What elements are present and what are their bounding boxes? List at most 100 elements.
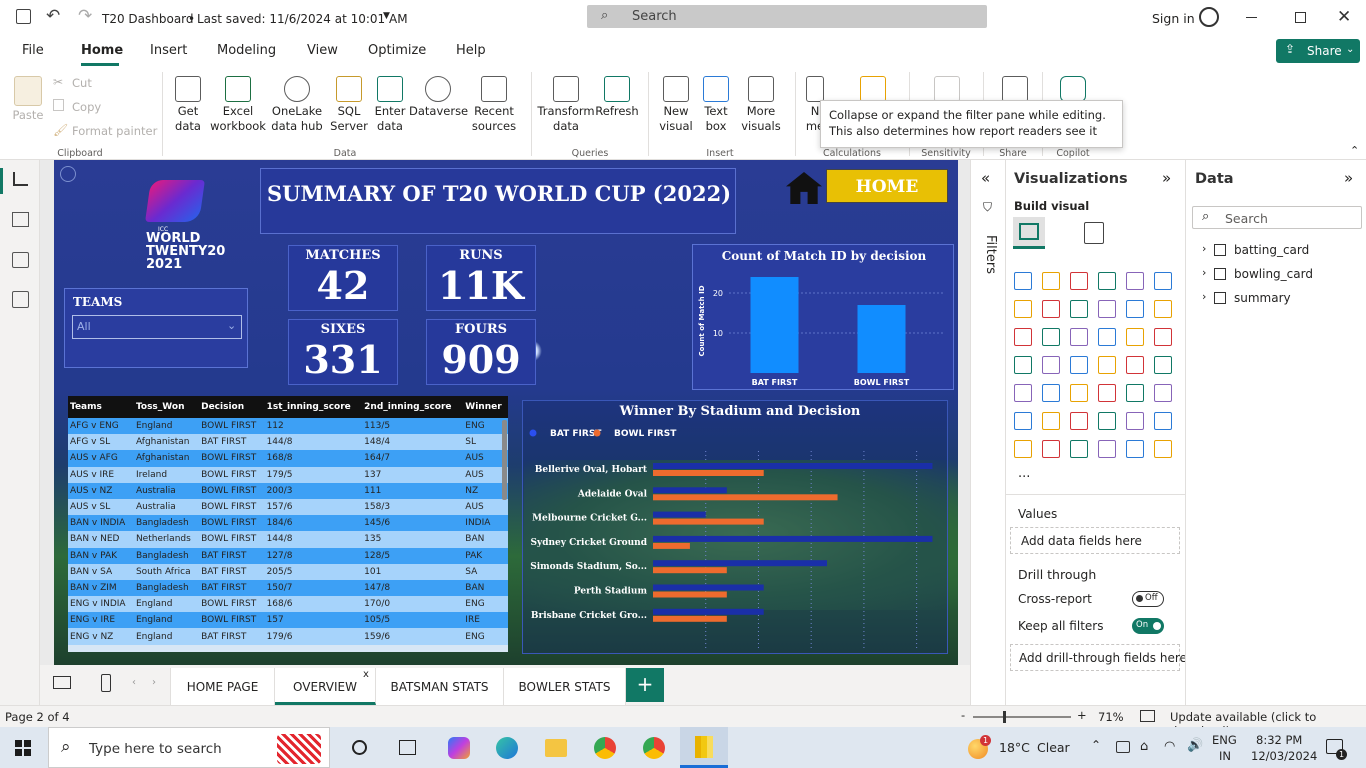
visual-type-icon[interactable] xyxy=(1098,356,1116,374)
column-header[interactable]: 2nd_inning_score xyxy=(362,396,464,418)
table-row[interactable]: AUS v AFG Afghanistan BOWL FIRST 168/8 164/7… xyxy=(68,450,508,467)
zoom-in-icon[interactable]: + xyxy=(1077,708,1087,722)
visual-type-icon[interactable] xyxy=(1098,440,1116,458)
home-button[interactable]: HOME xyxy=(826,169,948,203)
get-data-button[interactable]: Get data xyxy=(168,76,208,134)
collapse-filters-icon[interactable]: « xyxy=(981,169,990,187)
tab-view[interactable]: View xyxy=(307,43,338,58)
page-tab-batsman[interactable]: BATSMAN STATS xyxy=(376,668,504,705)
visual-type-icon[interactable] xyxy=(1098,300,1116,318)
table-row[interactable]: BAN v SA South Africa BAT FIRST 205/5 101 SA xyxy=(68,563,508,580)
visual-type-icon[interactable] xyxy=(1014,328,1032,346)
visual-type-icon[interactable] xyxy=(1070,384,1088,402)
transform-data-button[interactable]: Transform data xyxy=(537,76,595,134)
task-view-icon[interactable] xyxy=(352,740,367,755)
page-tab-overview[interactable]: OVERVIEW x xyxy=(275,668,376,705)
visual-type-icon[interactable] xyxy=(1070,328,1088,346)
visual-type-icon[interactable] xyxy=(1070,412,1088,430)
visual-type-icon[interactable] xyxy=(1098,384,1116,402)
column-header[interactable]: Decision xyxy=(199,396,265,418)
drill-through-well[interactable]: Add drill-through fields here xyxy=(1010,644,1187,671)
save-icon[interactable] xyxy=(16,9,31,24)
dataverse-button[interactable]: Dataverse xyxy=(409,76,468,119)
data-table-item[interactable]: › bowling_card xyxy=(1202,266,1362,284)
visual-type-icon[interactable] xyxy=(1042,440,1060,458)
text-box-button[interactable]: Text box xyxy=(699,76,733,134)
visual-type-icon[interactable] xyxy=(1070,272,1088,290)
decision-chart[interactable]: Count of Match ID by decision 10 20 Count o… xyxy=(692,244,954,390)
tab-insert[interactable]: Insert xyxy=(150,43,187,58)
visual-type-icon[interactable] xyxy=(1126,384,1144,402)
table-row[interactable]: AUS v IRE Ireland BOWL FIRST 179/5 137 AUS xyxy=(68,466,508,483)
zoom-slider[interactable] xyxy=(973,711,1071,723)
tab-modeling[interactable]: Modeling xyxy=(217,43,276,58)
data-table-item[interactable]: › batting_card xyxy=(1202,242,1362,260)
table-row[interactable]: ENG v IRE England BOWL FIRST 157 105/5 IRE xyxy=(68,612,508,629)
meet-now-icon[interactable] xyxy=(1116,741,1130,753)
chevron-up-icon[interactable]: ⌃ xyxy=(1091,738,1101,752)
table-row[interactable]: AUS v NZ Australia BOWL FIRST 200/3 111 NZ xyxy=(68,482,508,499)
fit-page-icon[interactable] xyxy=(1140,710,1155,722)
visual-type-icon[interactable] xyxy=(1042,412,1060,430)
search-box[interactable]: ⌕ Search xyxy=(587,5,987,28)
cross-report-toggle[interactable]: Off xyxy=(1132,591,1164,607)
refresh-button[interactable]: Refresh xyxy=(594,76,640,119)
chrome-icon[interactable] xyxy=(594,737,616,759)
visual-type-icon[interactable] xyxy=(1014,440,1032,458)
tab-home[interactable]: Home xyxy=(81,43,123,58)
windows-start-icon[interactable] xyxy=(15,740,31,756)
collapse-ribbon-icon[interactable]: ⌃ xyxy=(1350,144,1359,157)
visual-type-icon[interactable] xyxy=(1042,300,1060,318)
language-indicator[interactable]: ENG xyxy=(1212,733,1237,747)
more-visuals-dots[interactable]: ... xyxy=(1018,466,1030,481)
report-view-icon[interactable] xyxy=(13,172,28,186)
column-header[interactable]: 1st_inning_score xyxy=(264,396,363,418)
matches-table[interactable]: Teams Toss_Won Decision 1st_inning_score… xyxy=(68,396,508,652)
visual-type-icon[interactable] xyxy=(1014,412,1032,430)
visual-type-icon[interactable] xyxy=(1014,300,1032,318)
visual-type-icon[interactable] xyxy=(1154,440,1172,458)
data-search-input[interactable]: ⌕ Search xyxy=(1192,206,1362,229)
visual-type-icon[interactable] xyxy=(1154,328,1172,346)
visual-type-icon[interactable] xyxy=(1126,440,1144,458)
volume-icon[interactable]: 🔊 xyxy=(1187,738,1203,753)
table-row[interactable]: ENG v INDIA England BOWL FIRST 168/6 170/0 EN… xyxy=(68,596,508,613)
wifi-icon[interactable]: ◠ xyxy=(1164,739,1175,754)
visual-type-icon[interactable] xyxy=(1014,384,1032,402)
enter-data-button[interactable]: Enter data xyxy=(372,76,408,134)
table-row[interactable]: AFG v ENG England BOWL FIRST 112 113/5 ENG xyxy=(68,418,508,435)
visual-type-icon[interactable] xyxy=(1154,356,1172,374)
recent-sources-button[interactable]: Recent sources xyxy=(466,76,522,134)
stadium-chart[interactable]: Winner By Stadium and Decision BAT FIRST B… xyxy=(522,400,948,654)
excel-workbook-button[interactable]: Excel workbook xyxy=(209,76,267,134)
column-header[interactable]: Teams xyxy=(68,396,134,418)
visual-type-icon[interactable] xyxy=(1042,328,1060,346)
widgets-icon[interactable] xyxy=(399,740,416,755)
table-row[interactable]: BAN v PAK Bangladesh BAT FIRST 127/8 128/5 PA… xyxy=(68,547,508,564)
tab-help[interactable]: Help xyxy=(456,43,486,58)
column-header[interactable]: Toss_Won xyxy=(133,396,200,418)
visual-type-icon[interactable] xyxy=(1154,272,1172,290)
sign-in-button[interactable]: Sign in xyxy=(1152,11,1195,26)
desktop-layout-icon[interactable] xyxy=(53,676,71,689)
copilot-app-icon[interactable] xyxy=(448,737,470,759)
file-explorer-icon[interactable] xyxy=(545,739,567,757)
zoom-slider-thumb[interactable] xyxy=(1003,711,1006,723)
visual-type-icon[interactable] xyxy=(1154,384,1172,402)
visual-type-icon[interactable] xyxy=(1126,412,1144,430)
edge-icon[interactable] xyxy=(496,737,518,759)
visual-type-icon[interactable] xyxy=(1042,384,1060,402)
add-page-button[interactable]: + xyxy=(626,668,664,702)
redo-icon[interactable]: ↷ xyxy=(78,6,92,26)
visual-type-icon[interactable] xyxy=(1126,300,1144,318)
visual-type-icon[interactable] xyxy=(1070,440,1088,458)
filters-label[interactable]: Filters xyxy=(983,235,998,274)
format-visual-icon[interactable] xyxy=(1084,222,1104,244)
tab-optimize[interactable]: Optimize xyxy=(368,43,426,58)
teams-slicer[interactable]: TEAMS All ⌄ xyxy=(64,288,248,368)
teams-dropdown[interactable]: All ⌄ xyxy=(72,315,242,339)
visual-type-icon[interactable] xyxy=(1098,412,1116,430)
visual-type-icon[interactable] xyxy=(1042,272,1060,290)
visual-type-icon[interactable] xyxy=(1070,300,1088,318)
close-icon[interactable]: ✕ xyxy=(1337,7,1351,27)
